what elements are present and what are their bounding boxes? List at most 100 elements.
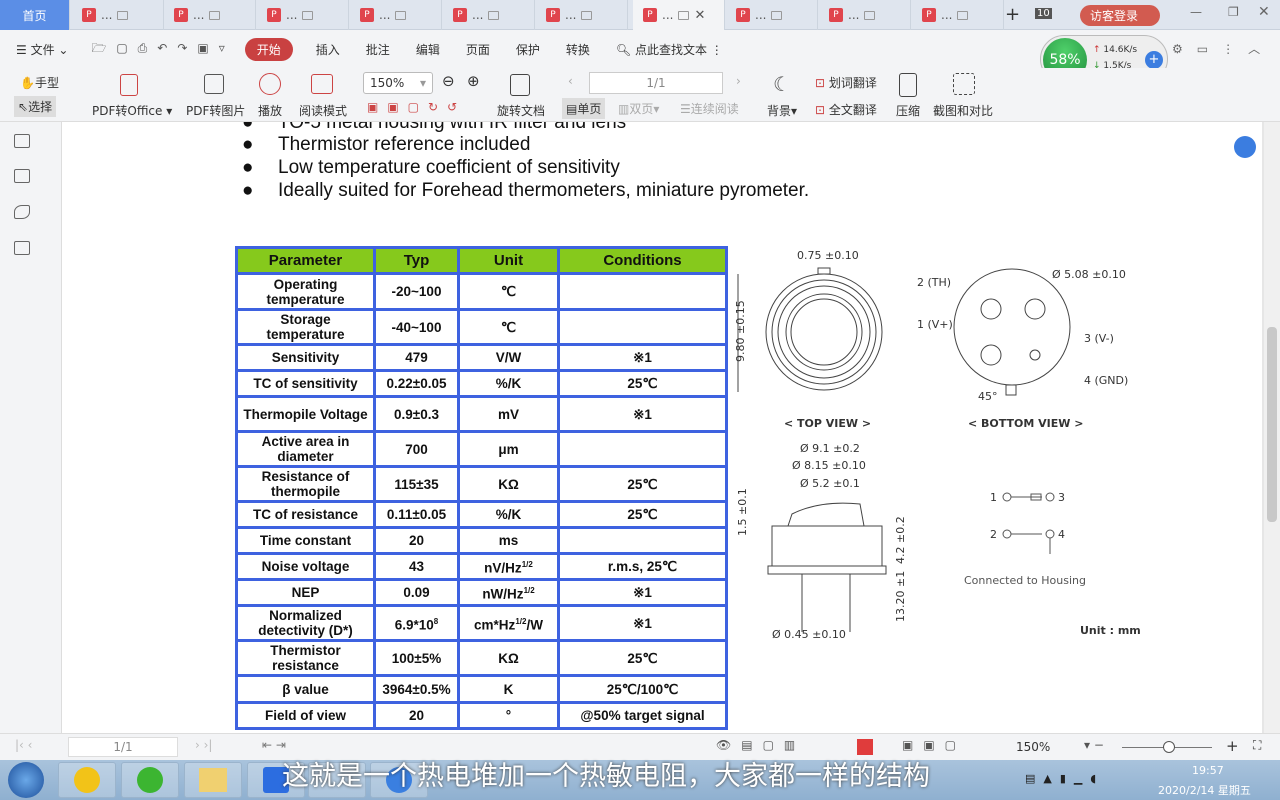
- next-page-button[interactable]: ›: [736, 74, 741, 88]
- menu-page[interactable]: 页面: [466, 41, 490, 58]
- continuous-button[interactable]: ☰连续阅读: [680, 100, 739, 117]
- dim-label: 1.5 ±0.1: [736, 488, 749, 536]
- single-page-button[interactable]: ▤单页: [562, 98, 606, 119]
- menu-edit[interactable]: 编辑: [416, 41, 440, 58]
- play-button[interactable]: 播放: [258, 102, 282, 119]
- taskbar-app-360[interactable]: [58, 762, 116, 798]
- cell-text: r.m.s, 25℃: [607, 559, 678, 574]
- table-cell: ms: [457, 526, 560, 555]
- login-button[interactable]: 访客登录: [1080, 5, 1160, 26]
- clock-time[interactable]: 19:57: [1192, 764, 1224, 777]
- col-header: Typ: [373, 246, 460, 275]
- add-icon[interactable]: +: [1145, 51, 1163, 69]
- document-tab[interactable]: P...: [536, 0, 628, 30]
- close-tab-icon[interactable]: ✕: [694, 8, 705, 23]
- prev-page-button[interactable]: ‹: [568, 74, 573, 88]
- zoom-out-icon[interactable]: ⊖: [442, 72, 455, 90]
- select-tool[interactable]: ⇖选择: [14, 96, 57, 117]
- image-icon[interactable]: [14, 169, 30, 183]
- word-translate-button[interactable]: ⊡ 划词翻译: [815, 74, 877, 91]
- settings-icons[interactable]: ⚙▭⋮︿: [1172, 40, 1274, 57]
- file-label: 文件: [30, 42, 55, 57]
- cell-text: μm: [498, 441, 519, 457]
- tab-home[interactable]: 首页: [0, 0, 70, 30]
- table-cell: 0.09: [373, 578, 460, 607]
- tab-count-badge[interactable]: 10: [1035, 8, 1052, 19]
- fullscreen-icon[interactable]: ⛶: [1253, 738, 1261, 753]
- floating-tool-button[interactable]: [1234, 136, 1256, 158]
- tray-icons[interactable]: ▤▲▮▁◖: [1025, 772, 1104, 785]
- clock-date[interactable]: 2020/2/14 星期五: [1158, 782, 1251, 798]
- scrollbar-thumb[interactable]: [1267, 327, 1277, 522]
- menu-start[interactable]: 开始: [244, 37, 293, 61]
- pdf-to-office-button[interactable]: PDF转Office ▾: [92, 102, 172, 119]
- zoom-select[interactable]: 150% ▾: [363, 72, 433, 94]
- cell-text: Normalized detectivity (D*): [258, 608, 353, 638]
- file-menu[interactable]: ☰ 文件 ⌄: [16, 41, 68, 58]
- screenshot-compare-button[interactable]: 截图和对比: [933, 102, 993, 119]
- document-tab[interactable]: P...: [819, 0, 911, 30]
- document-tab[interactable]: P...: [257, 0, 349, 30]
- zoom-slider-handle[interactable]: [1163, 741, 1175, 753]
- status-page-input[interactable]: 1/1: [68, 737, 178, 757]
- minimize-button[interactable]: —: [1190, 5, 1202, 19]
- taskbar-app-browser[interactable]: [121, 762, 179, 798]
- vertical-scrollbar[interactable]: [1264, 122, 1280, 733]
- table-cell: Sensitivity: [235, 343, 376, 372]
- superscript: 1/2: [523, 586, 535, 596]
- tab-bar: 首页 P... P... P... P... P... P... P... ✕ P... P...…: [0, 0, 1280, 30]
- zoom-dropdown[interactable]: ▾ −: [1084, 738, 1104, 752]
- view-icons[interactable]: 👁︎▤▢▥: [716, 738, 805, 752]
- convert-icon[interactable]: [14, 241, 30, 255]
- table-cell: Field of view: [235, 701, 376, 730]
- cell-text: @50% target signal: [580, 708, 705, 723]
- menu-convert[interactable]: 转换: [566, 41, 590, 58]
- zoom-in-icon[interactable]: ⊕: [467, 72, 480, 90]
- search-icon: 🔍︎: [615, 42, 632, 57]
- view-fit-icons[interactable]: ▣▣▢↻↺: [367, 100, 466, 114]
- bullet-text: Low temperature coefficient of sensitivi…: [278, 157, 620, 178]
- quick-access-icons[interactable]: 🗁▢⎙↶↷▣▿: [91, 39, 234, 60]
- nav-icons[interactable]: ⇤ ⇥: [262, 738, 286, 752]
- document-tab[interactable]: P... ✕: [633, 0, 725, 30]
- document-tab[interactable]: P...: [443, 0, 535, 30]
- hand-tool[interactable]: ✋手型: [20, 74, 59, 91]
- background-button[interactable]: 背景▾: [767, 102, 797, 119]
- document-tab[interactable]: P...: [72, 0, 164, 30]
- document-tab[interactable]: P...: [164, 0, 256, 30]
- thumbnails-icon[interactable]: [14, 134, 30, 148]
- close-window-button[interactable]: ✕: [1258, 4, 1270, 20]
- monitor-icon: [581, 10, 593, 20]
- pdf-icon: P: [546, 8, 560, 22]
- start-button[interactable]: [8, 762, 44, 798]
- annotation-icon[interactable]: [14, 205, 30, 219]
- status-zoom[interactable]: 150%: [1016, 740, 1050, 754]
- fit-icons[interactable]: ▣▣▢: [902, 738, 966, 752]
- document-tab[interactable]: P...: [726, 0, 818, 30]
- top-view: [737, 267, 883, 392]
- document-tab[interactable]: P...: [350, 0, 442, 30]
- pdf-to-image-button[interactable]: PDF转图片: [186, 102, 245, 119]
- next-last-buttons[interactable]: › ›|: [195, 738, 212, 752]
- unit-note: Unit : mm: [1080, 624, 1141, 637]
- monitor-icon: [395, 10, 407, 20]
- page-input[interactable]: 1/1: [589, 72, 723, 94]
- new-tab-button[interactable]: +: [1005, 4, 1020, 25]
- document-tab[interactable]: P...: [912, 0, 1004, 30]
- first-prev-buttons[interactable]: |‹ ‹: [15, 738, 32, 752]
- full-translate-button[interactable]: ⊡ 全文翻译: [815, 101, 877, 118]
- menu-comment[interactable]: 批注: [366, 41, 390, 58]
- play-slideshow-icon[interactable]: [857, 739, 873, 755]
- double-page-button[interactable]: ▥双页▾: [618, 100, 659, 117]
- taskbar-app-explorer[interactable]: [184, 762, 242, 798]
- menu-insert[interactable]: 插入: [316, 41, 340, 58]
- compress-button[interactable]: 压缩: [896, 102, 920, 119]
- login-label: 访客登录: [1090, 9, 1139, 23]
- rotate-button[interactable]: 旋转文档: [497, 102, 545, 119]
- search-text-button[interactable]: 🔍︎ 点此查找文本 ⋮: [616, 41, 723, 58]
- cell-text: K: [503, 681, 514, 697]
- menu-protect[interactable]: 保护: [516, 41, 540, 58]
- read-mode-button[interactable]: 阅读模式: [299, 102, 347, 119]
- restore-button[interactable]: ❐: [1228, 5, 1239, 19]
- zoom-plus-button[interactable]: +: [1226, 737, 1239, 755]
